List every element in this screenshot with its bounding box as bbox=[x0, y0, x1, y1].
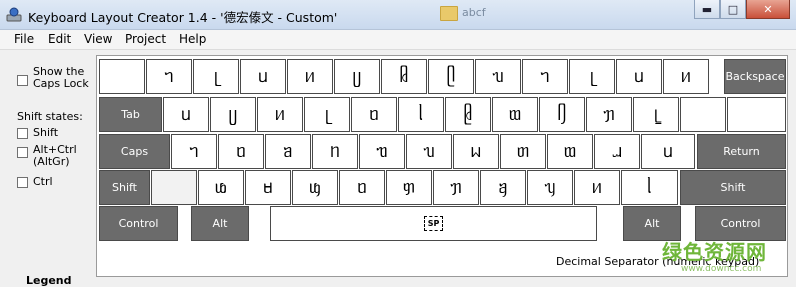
ctrl-checkbox[interactable] bbox=[17, 177, 28, 188]
legend-label: Legend bbox=[26, 274, 72, 287]
key-control-left[interactable]: Control bbox=[99, 206, 178, 241]
key-7[interactable]: ᥫ bbox=[428, 59, 474, 94]
key-iso-extra[interactable] bbox=[151, 170, 197, 205]
minimize-button[interactable]: ▬ bbox=[694, 0, 720, 19]
key-0[interactable]: ᥨ bbox=[569, 59, 615, 94]
title-bar: Keyboard Layout Creator 1.4 - '德宏傣文 - Cu… bbox=[0, 0, 796, 30]
key-minus[interactable]: ᥙ bbox=[616, 59, 662, 94]
menu-edit[interactable]: Edit bbox=[48, 32, 71, 46]
key-comma[interactable]: ᥡ bbox=[527, 170, 573, 205]
close-button[interactable]: ✕ bbox=[746, 0, 790, 19]
key-q[interactable]: ᥙ bbox=[163, 97, 209, 132]
key-s[interactable]: ᥝ bbox=[218, 134, 264, 169]
key-h[interactable]: ᥔ bbox=[406, 134, 452, 169]
key-p[interactable]: ᥟ bbox=[586, 97, 632, 132]
key-equals[interactable]: ᥢ bbox=[663, 59, 709, 94]
watermark-url: www.downcc.com bbox=[681, 264, 762, 274]
app-icon bbox=[6, 7, 22, 22]
window-title: Keyboard Layout Creator 1.4 - '德宏傣文 - Cu… bbox=[28, 10, 338, 25]
key-4[interactable]: ᥢ bbox=[287, 59, 333, 94]
key-space[interactable]: SP bbox=[270, 206, 597, 241]
key-f[interactable]: ᥒ bbox=[312, 134, 358, 169]
shift-states-label: Shift states: bbox=[17, 110, 83, 123]
key-backtick[interactable] bbox=[99, 59, 145, 94]
key-b[interactable]: ᥞ bbox=[386, 170, 432, 205]
key-n[interactable]: ᥟ bbox=[433, 170, 479, 205]
key-j[interactable]: ᥕ bbox=[453, 134, 499, 169]
key-semicolon[interactable]: ᥘ bbox=[594, 134, 640, 169]
alt-ctrl-label: Alt+Ctrl (AltGr) bbox=[33, 143, 77, 168]
key-z[interactable]: ᥚ bbox=[198, 170, 244, 205]
key-9[interactable]: ᥐ bbox=[522, 59, 568, 94]
key-quote[interactable]: ᥙ bbox=[641, 134, 695, 169]
key-u[interactable]: ᥪ bbox=[445, 97, 491, 132]
key-g[interactable]: ᥓ bbox=[359, 134, 405, 169]
window-controls: ▬ □ ✕ bbox=[694, 0, 790, 20]
folder-icon bbox=[440, 6, 458, 21]
key-shift-right[interactable]: Shift bbox=[680, 170, 786, 205]
key-8[interactable]: ᥔ bbox=[475, 59, 521, 94]
key-slash[interactable]: ᥣ bbox=[621, 170, 678, 205]
key-6[interactable]: ᥤ bbox=[381, 59, 427, 94]
key-d[interactable]: ᥑ bbox=[265, 134, 311, 169]
key-bracket-left[interactable]: ᥧ bbox=[633, 97, 679, 132]
shift-label: Shift bbox=[33, 126, 59, 139]
key-m[interactable]: ᥠ bbox=[480, 170, 526, 205]
menu-help[interactable]: Help bbox=[179, 32, 206, 46]
key-alt-left[interactable]: Alt bbox=[191, 206, 249, 241]
key-v[interactable]: ᥝ bbox=[339, 170, 385, 205]
key-e[interactable]: ᥢ bbox=[257, 97, 303, 132]
background-text: abcf bbox=[462, 6, 486, 19]
key-return[interactable]: Return bbox=[697, 134, 786, 169]
key-1[interactable]: ᥐ bbox=[146, 59, 192, 94]
key-x[interactable]: ᥛ bbox=[245, 170, 291, 205]
menu-view[interactable]: View bbox=[84, 32, 112, 46]
ctrl-label: Ctrl bbox=[33, 175, 53, 188]
key-c[interactable]: ᥜ bbox=[292, 170, 338, 205]
key-i[interactable]: ᥗ bbox=[492, 97, 538, 132]
key-backslash[interactable] bbox=[727, 97, 786, 132]
key-bracket-right[interactable] bbox=[680, 97, 726, 132]
menu-bar: File Edit View Project Help bbox=[0, 30, 796, 50]
shift-checkbox[interactable] bbox=[17, 128, 28, 139]
key-2[interactable]: ᥨ bbox=[193, 59, 239, 94]
key-w[interactable]: ᥩ bbox=[210, 97, 256, 132]
show-caps-lock-checkbox[interactable] bbox=[17, 75, 28, 86]
key-tab[interactable]: Tab bbox=[99, 97, 162, 132]
key-k[interactable]: ᥖ bbox=[500, 134, 546, 169]
maximize-button[interactable]: □ bbox=[720, 0, 746, 19]
show-caps-lock-label: Show the Caps Lock bbox=[33, 65, 89, 90]
key-backspace[interactable]: Backspace bbox=[724, 59, 786, 94]
key-a[interactable]: ᥐ bbox=[171, 134, 217, 169]
key-5[interactable]: ᥩ bbox=[334, 59, 380, 94]
space-label: SP bbox=[423, 216, 444, 231]
key-3[interactable]: ᥙ bbox=[240, 59, 286, 94]
key-period[interactable]: ᥢ bbox=[574, 170, 620, 205]
key-shift-left[interactable]: Shift bbox=[99, 170, 150, 205]
key-caps[interactable]: Caps bbox=[99, 134, 170, 169]
menu-project[interactable]: Project bbox=[125, 32, 166, 46]
key-t[interactable]: ᥝ bbox=[351, 97, 397, 132]
key-o[interactable]: ᥦ bbox=[539, 97, 585, 132]
watermark-text: 绿色资源网 bbox=[662, 240, 767, 264]
alt-ctrl-checkbox[interactable] bbox=[17, 147, 28, 158]
key-r[interactable]: ᥨ bbox=[304, 97, 350, 132]
key-y[interactable]: ᥣ bbox=[398, 97, 444, 132]
key-l[interactable]: ᥗ bbox=[547, 134, 593, 169]
menu-file[interactable]: File bbox=[14, 32, 34, 46]
